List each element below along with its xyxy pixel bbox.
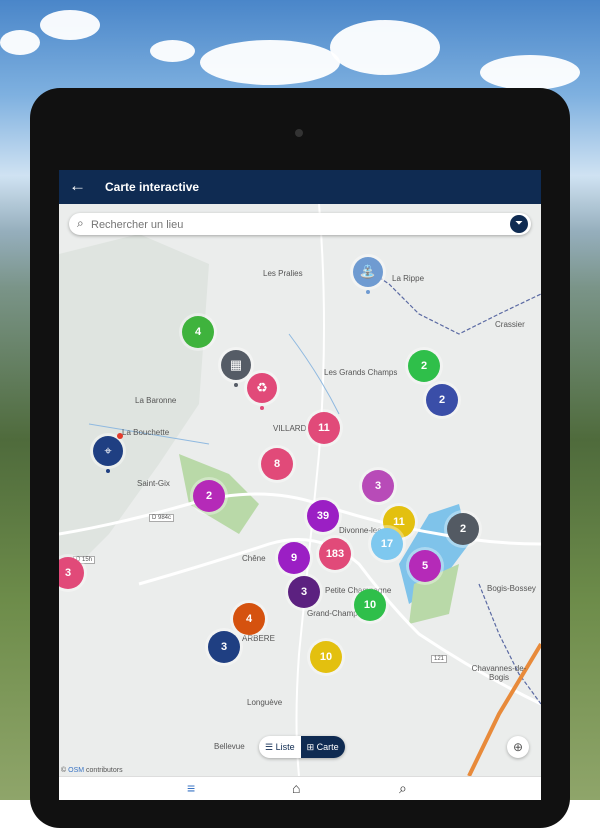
cloud [480,55,580,90]
place-label: Les Pralies [263,269,303,278]
search-icon: ⌕ [77,216,84,230]
poi-dot [106,469,110,473]
location-pin-icon[interactable]: ⌖ [93,436,123,466]
osm-link[interactable]: OSM [68,767,84,774]
map-cluster[interactable]: 3 [208,631,240,663]
map-cluster[interactable]: 2 [426,384,458,416]
filter-icon[interactable]: ⏷ [510,215,528,233]
list-view-button[interactable]: ☰ Liste [259,736,301,758]
cloud [0,30,40,55]
place-label: Bogis-Bossey [487,584,536,593]
app-header: ← Carte interactive [59,170,541,204]
poi-dot [366,290,370,294]
map-cluster[interactable]: 9 [278,542,310,574]
home-icon[interactable]: ⌂ [292,780,300,796]
app-screen: ← Carte interactive ⌕ ⏷ Les Pralies La R… [59,170,541,800]
locate-icon[interactable]: ⊕ [507,736,529,758]
list-icon: ☰ [265,742,274,752]
map-attribution: © OSM contributors [61,767,123,774]
map-view-button[interactable]: ⊞ Carte [300,736,345,758]
map-cluster[interactable]: 3 [362,470,394,502]
cloud [330,20,440,75]
map-cluster[interactable]: 3 [288,576,320,608]
map-cluster[interactable]: 2 [193,480,225,512]
place-label: Chavannes-de-Bogis [471,664,527,682]
map-base [59,204,541,776]
page-title: Carte interactive [105,180,200,194]
bin-icon[interactable]: ♻ [247,373,277,403]
map-cluster[interactable]: 183 [319,538,351,570]
place-label: Longuève [247,698,283,707]
notification-dot [117,433,123,439]
place-label: Chêne [242,554,266,563]
search-nav-icon[interactable]: ⌕ [399,780,407,797]
place-label: La Bouchette [122,428,170,437]
map-cluster[interactable]: 10 [354,589,386,621]
map-cluster[interactable]: 8 [261,448,293,480]
road-label: 121 [431,655,448,663]
camera [295,129,303,137]
menu-icon[interactable]: ≡ [187,780,195,796]
map-cluster[interactable]: 2 [408,350,440,382]
map-cluster[interactable]: 39 [307,500,339,532]
place-label: Les Grands Champs [324,368,398,377]
search-bar[interactable]: ⌕ ⏷ [69,213,531,235]
poi-dot [234,383,238,387]
place-label: Grand-Champ [307,609,358,618]
cloud [200,40,340,85]
map-cluster[interactable]: 4 [182,316,214,348]
map-cluster[interactable]: 4 [233,603,265,635]
bottom-navigation: ≡ ⌂ ⌕ [59,776,541,800]
map-cluster[interactable]: 2 [447,513,479,545]
place-label: La Baronne [135,396,177,405]
building-icon[interactable]: ▦ [221,350,251,380]
faucet-icon[interactable]: ⛲ [353,257,383,287]
map-cluster[interactable]: 10 [310,641,342,673]
poi-dot [260,406,264,410]
map-cluster[interactable]: 11 [308,412,340,444]
map-cluster[interactable]: 17 [371,528,403,560]
cloud [150,40,195,62]
view-toggle: ☰ Liste ⊞ Carte [259,736,345,758]
place-label: Bellevue [214,742,245,751]
place-label: La Rippe [392,274,425,283]
map-icon: ⊞ [306,742,315,752]
map-cluster[interactable]: 5 [409,550,441,582]
place-label: Crassier [495,320,525,329]
place-label: ARBERE [242,634,275,643]
place-label: Saint-Gix [137,479,170,488]
road-label: D 984c [149,514,175,522]
back-arrow-icon[interactable]: ← [69,176,86,196]
cloud [40,10,100,40]
interactive-map[interactable]: ⌕ ⏷ Les Pralies La Rippe Crassier Les Gr… [59,204,541,776]
place-label: VILLARD [273,424,307,433]
search-input[interactable] [89,215,493,235]
